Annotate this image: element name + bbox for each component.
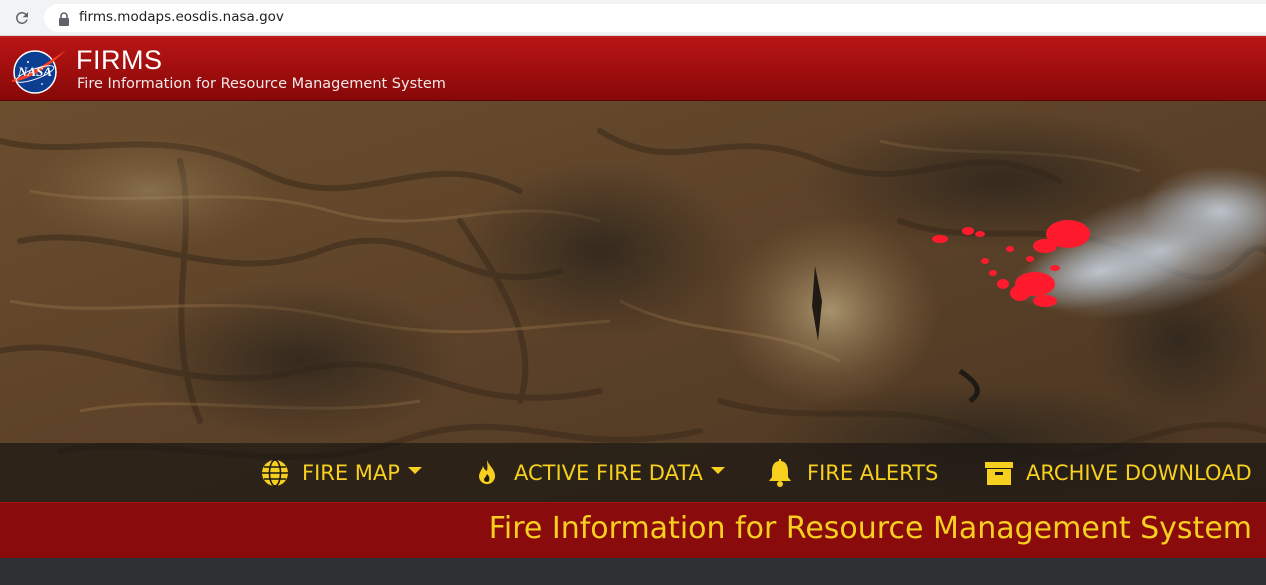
nav-active-fire-data-label[interactable]: ACTIVE FIRE DATA	[514, 461, 703, 485]
flame-icon	[472, 458, 502, 488]
site-subtitle: Fire Information for Resource Management…	[77, 76, 446, 92]
archive-box-icon	[984, 458, 1014, 488]
page-body-start	[0, 558, 1266, 585]
nav-fire-alerts[interactable]: FIRE ALERTS	[765, 443, 938, 502]
site-header: NASA FIRMS Fire Information for Resource…	[0, 36, 1266, 101]
globe-icon	[260, 458, 290, 488]
reload-icon[interactable]	[12, 8, 32, 28]
nav-fire-map-label[interactable]: FIRE MAP	[302, 461, 400, 485]
site-banner: Fire Information for Resource Management…	[0, 502, 1266, 558]
chevron-down-icon[interactable]	[710, 467, 725, 474]
chevron-down-icon[interactable]	[407, 467, 422, 474]
bell-icon	[765, 458, 795, 488]
svg-text:NASA: NASA	[17, 64, 52, 79]
main-nav: FIRE MAP ACTIVE FIRE DATA FIRE ALERTS AR…	[0, 443, 1266, 502]
browser-toolbar: firms.modaps.eosdis.nasa.gov	[0, 0, 1266, 36]
nasa-logo[interactable]: NASA	[6, 46, 68, 96]
hero-satellite-image	[0, 101, 1266, 502]
site-title[interactable]: FIRMS	[76, 45, 163, 76]
nav-fire-map[interactable]: FIRE MAP	[260, 443, 422, 502]
url-text[interactable]: firms.modaps.eosdis.nasa.gov	[79, 9, 284, 25]
nav-active-fire-data[interactable]: ACTIVE FIRE DATA	[472, 443, 725, 502]
banner-title: Fire Information for Resource Management…	[488, 511, 1252, 546]
nav-archive-download-label[interactable]: ARCHIVE DOWNLOAD	[1026, 461, 1252, 485]
lock-icon	[58, 11, 70, 26]
address-bar[interactable]: firms.modaps.eosdis.nasa.gov	[44, 4, 1266, 32]
nav-archive-download[interactable]: ARCHIVE DOWNLOAD	[984, 443, 1252, 502]
nav-fire-alerts-label[interactable]: FIRE ALERTS	[807, 461, 938, 485]
